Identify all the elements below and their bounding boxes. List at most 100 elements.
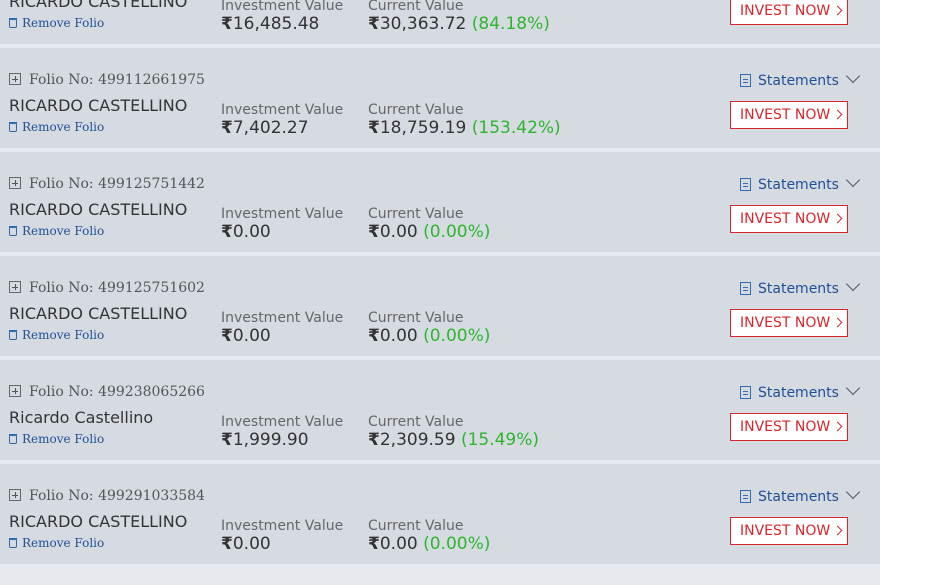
chevron-down-icon xyxy=(845,68,861,84)
trash-icon xyxy=(9,330,17,340)
statements-label: Statements xyxy=(758,73,839,89)
invest-now-button[interactable]: INVEST NOW xyxy=(730,413,848,441)
remove-folio-label: Remove Folio xyxy=(22,536,105,550)
investment-amount: 16,485.48 xyxy=(232,14,320,34)
folio-prefix: Folio No: xyxy=(29,176,99,192)
chevron-right-icon xyxy=(832,525,843,536)
statements-dropdown[interactable]: Statements xyxy=(740,484,861,506)
current-value-label: Current Value xyxy=(368,414,464,430)
remove-folio-link[interactable]: Remove Folio xyxy=(9,536,104,550)
rupee-symbol: ₹ xyxy=(368,222,380,242)
rupee-symbol: ₹ xyxy=(221,222,233,242)
remove-folio-link[interactable]: Remove Folio xyxy=(9,120,104,134)
invest-now-button[interactable]: INVEST NOW xyxy=(730,0,848,25)
chevron-down-icon xyxy=(845,276,861,292)
rupee-symbol: ₹ xyxy=(368,118,380,138)
investment-amount: 0.00 xyxy=(232,534,271,554)
current-value: ₹0.00 (0.00%) xyxy=(368,534,490,554)
folio-prefix: Folio No: xyxy=(29,384,99,400)
folio-number: Folio No: 499112661975 xyxy=(9,71,205,89)
invest-now-label: INVEST NOW xyxy=(740,523,831,539)
rupee-symbol: ₹ xyxy=(368,430,380,450)
invest-now-label: INVEST NOW xyxy=(740,419,831,435)
folio-prefix: Folio No: xyxy=(29,488,99,504)
folio-number-value: 499291033584 xyxy=(98,488,205,504)
remove-folio-label: Remove Folio xyxy=(22,120,105,134)
folio-number: Folio No: 499125751602 xyxy=(9,279,205,297)
expand-plus-icon[interactable] xyxy=(9,385,21,397)
current-amount: 0.00 xyxy=(379,222,418,242)
remove-folio-link[interactable]: Remove Folio xyxy=(9,432,104,446)
statements-dropdown[interactable]: Statements xyxy=(740,68,861,90)
invest-now-button[interactable]: INVEST NOW xyxy=(730,205,848,233)
folio-number-value: 499238065266 xyxy=(98,384,205,400)
statements-label: Statements xyxy=(758,489,839,505)
current-value: ₹30,363.72 (84.18%) xyxy=(368,14,550,34)
chevron-down-icon xyxy=(845,380,861,396)
investment-value-label: Investment Value xyxy=(221,414,344,430)
current-value: ₹18,759.19 (153.42%) xyxy=(368,118,561,138)
change-percent: (15.49%) xyxy=(460,430,540,450)
current-amount: 18,759.19 xyxy=(379,118,467,138)
remove-folio-label: Remove Folio xyxy=(22,328,105,342)
investment-value-label: Investment Value xyxy=(221,206,344,222)
invest-now-button[interactable]: INVEST NOW xyxy=(730,101,848,129)
chevron-down-icon xyxy=(845,484,861,500)
investment-amount: 0.00 xyxy=(232,222,271,242)
investment-value: ₹0.00 xyxy=(221,534,271,554)
expand-plus-icon[interactable] xyxy=(9,73,21,85)
current-value-label: Current Value xyxy=(368,0,464,14)
expand-plus-icon[interactable] xyxy=(9,177,21,189)
holder-name: RICARDO CASTELLINO xyxy=(9,512,188,531)
expand-plus-icon[interactable] xyxy=(9,281,21,293)
holder-name: RICARDO CASTELLINO xyxy=(9,304,188,323)
invest-now-label: INVEST NOW xyxy=(740,3,831,19)
document-icon xyxy=(740,74,751,87)
rupee-symbol: ₹ xyxy=(221,430,233,450)
document-icon xyxy=(740,386,751,399)
current-amount: 0.00 xyxy=(379,534,418,554)
investment-value-label: Investment Value xyxy=(221,518,344,534)
holder-name: Ricardo Castellino xyxy=(9,408,154,427)
remove-folio-link[interactable]: Remove Folio xyxy=(9,224,104,238)
statements-dropdown[interactable]: Statements xyxy=(740,172,861,194)
current-value-label: Current Value xyxy=(368,518,464,534)
remove-folio-link[interactable]: Remove Folio xyxy=(9,16,104,30)
investment-value: ₹16,485.48 xyxy=(221,14,319,34)
change-percent: (84.18%) xyxy=(471,14,550,34)
folio-number-value: 499125751442 xyxy=(98,176,205,192)
statements-label: Statements xyxy=(758,281,839,297)
trash-icon xyxy=(9,122,17,132)
rupee-symbol: ₹ xyxy=(221,118,233,138)
statements-dropdown[interactable]: Statements xyxy=(740,380,861,402)
investment-value-label: Investment Value xyxy=(221,0,344,14)
rupee-symbol: ₹ xyxy=(368,534,380,554)
statements-label: Statements xyxy=(758,177,839,193)
current-value-label: Current Value xyxy=(368,206,464,222)
invest-now-label: INVEST NOW xyxy=(740,211,831,227)
trash-icon xyxy=(9,434,17,444)
invest-now-button[interactable]: INVEST NOW xyxy=(730,517,848,545)
document-icon xyxy=(740,490,751,503)
statements-label: Statements xyxy=(758,385,839,401)
investment-value: ₹1,999.90 xyxy=(221,430,309,450)
folio-card: Folio No: 499112661975 RICARDO CASTELLIN… xyxy=(0,48,880,148)
folio-number-value: 499112661975 xyxy=(98,72,205,88)
rupee-symbol: ₹ xyxy=(221,534,233,554)
chevron-down-icon xyxy=(845,172,861,188)
folio-card: Folio No: 499291033584 RICARDO CASTELLIN… xyxy=(0,464,880,564)
current-value: ₹0.00 (0.00%) xyxy=(368,222,490,242)
folio-list: RICARDO CASTELLINO Remove Folio Investme… xyxy=(0,0,880,585)
document-icon xyxy=(740,282,751,295)
statements-dropdown[interactable]: Statements xyxy=(740,276,861,298)
investment-value: ₹7,402.27 xyxy=(221,118,309,138)
investment-amount: 0.00 xyxy=(232,326,271,346)
remove-folio-label: Remove Folio xyxy=(22,224,105,238)
invest-now-button[interactable]: INVEST NOW xyxy=(730,309,848,337)
remove-folio-link[interactable]: Remove Folio xyxy=(9,328,104,342)
remove-folio-label: Remove Folio xyxy=(22,16,105,30)
expand-plus-icon[interactable] xyxy=(9,489,21,501)
trash-icon xyxy=(9,538,17,548)
change-percent: (153.42%) xyxy=(471,118,561,138)
rupee-symbol: ₹ xyxy=(368,326,380,346)
